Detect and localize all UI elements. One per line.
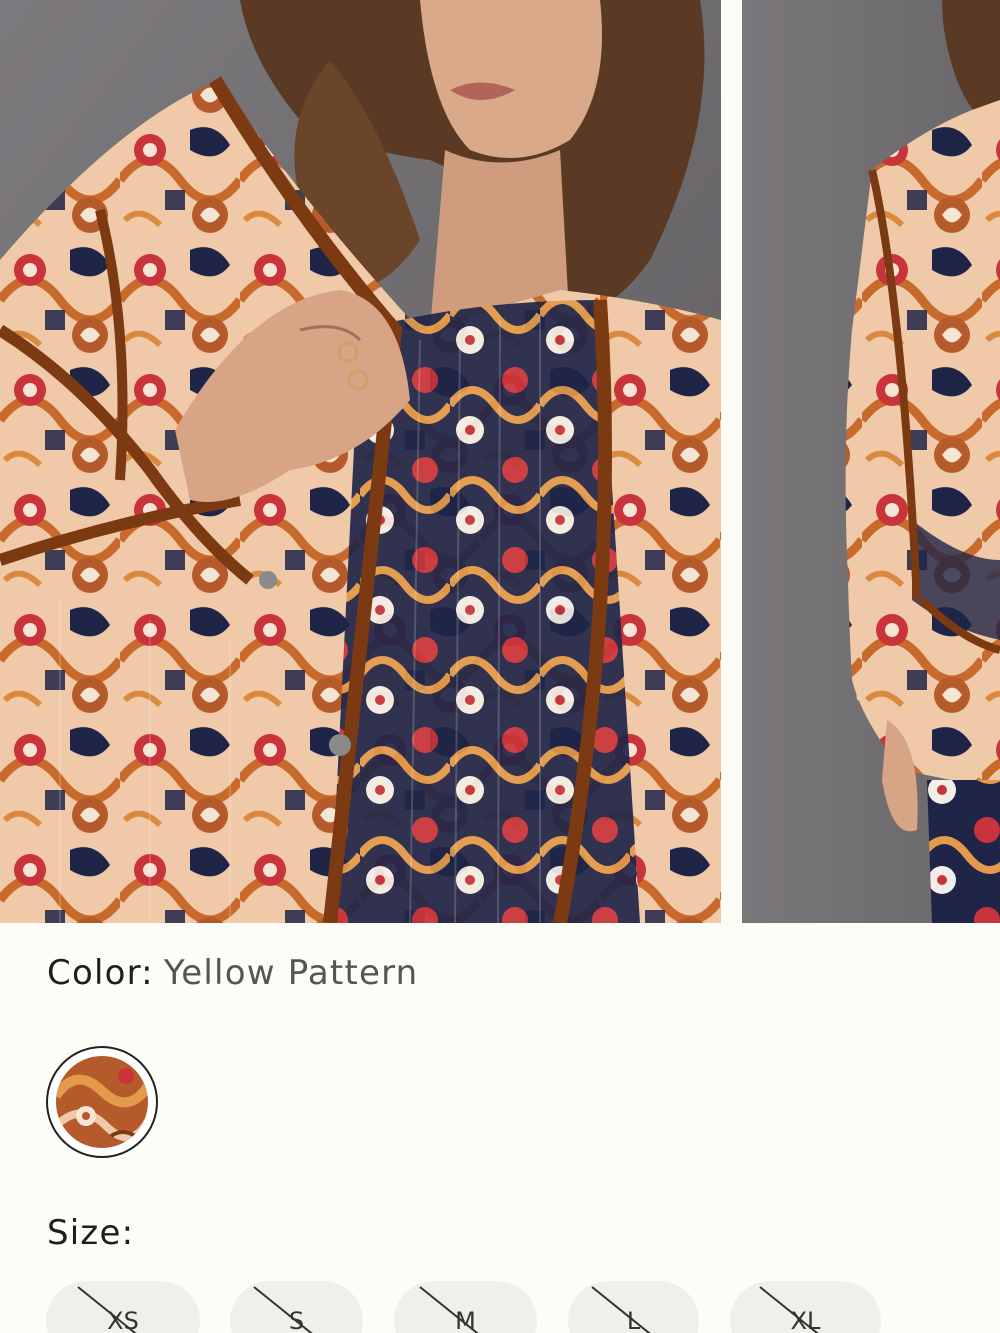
size-option-l[interactable]: L <box>568 1281 699 1333</box>
product-photo-side-image <box>742 0 1000 923</box>
size-option-xs[interactable]: XS <box>46 1281 200 1333</box>
size-option-s[interactable]: S <box>230 1281 363 1333</box>
size-option-label: XL <box>790 1307 821 1333</box>
size-option-m[interactable]: M <box>394 1281 537 1333</box>
product-image-gallery[interactable] <box>0 0 1000 923</box>
size-option-label: XS <box>107 1307 139 1333</box>
size-option-label: S <box>288 1307 305 1333</box>
color-swatch-yellow-pattern[interactable] <box>46 1046 158 1158</box>
product-photo-side[interactable] <box>742 0 1000 923</box>
product-photo-front[interactable] <box>0 0 721 923</box>
color-selection-label: Color: Yellow Pattern <box>47 953 418 993</box>
size-option-label: L <box>626 1307 641 1333</box>
size-option-label: M <box>455 1307 476 1333</box>
product-photo-front-image <box>0 0 721 923</box>
size-options: XS S M L XL <box>46 1281 1000 1333</box>
product-page: Color: Yellow Pattern Size: XS S M L XL <box>0 0 1000 1333</box>
size-option-xl[interactable]: XL <box>730 1281 881 1333</box>
size-label: Size: <box>47 1213 135 1253</box>
color-value: Yellow Pattern <box>163 953 419 993</box>
color-swatch-image <box>56 1056 148 1148</box>
color-label: Color: <box>47 953 154 993</box>
